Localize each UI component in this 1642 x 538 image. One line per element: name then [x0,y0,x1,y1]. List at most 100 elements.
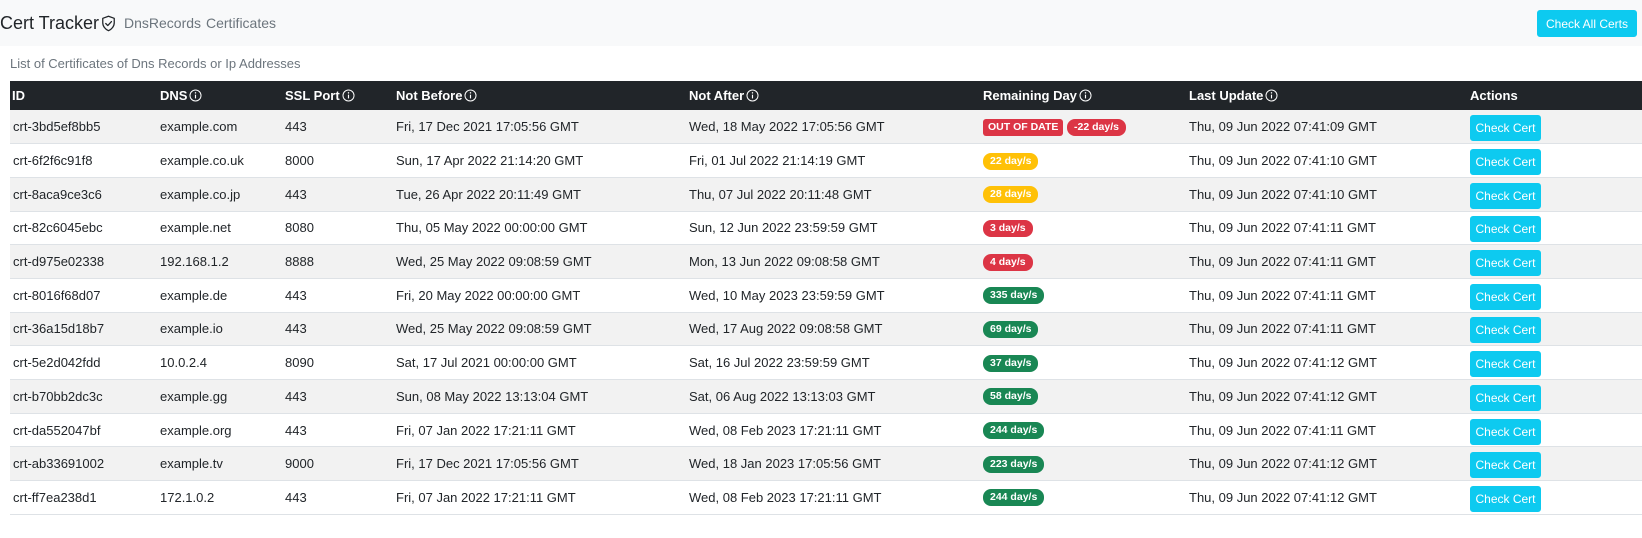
cell-ssl-port: 443 [285,186,307,202]
check-cert-button[interactable]: Check Cert [1470,250,1541,277]
cell-last-update: Thu, 09 Jun 2022 07:41:11 GMT [1189,220,1376,236]
cell-id: crt-3bd5ef8bb5 [13,119,101,135]
check-cert-button[interactable]: Check Cert [1470,149,1541,176]
check-cert-button[interactable]: Check Cert [1470,115,1541,142]
remaining-days-badge: 28 day/s [983,186,1039,204]
cell-not-after: Mon, 13 Jun 2022 09:08:58 GMT [689,254,880,270]
cell-ssl-port: 8888 [285,254,314,270]
nav-dnsrecords-link[interactable]: DnsRecords [124,15,201,31]
cell-not-before: Sat, 17 Jul 2021 00:00:00 GMT [396,355,577,371]
cell-last-update: Thu, 09 Jun 2022 07:41:10 GMT [1189,186,1377,202]
cell-id: crt-36a15d18b7 [13,321,105,337]
table-row: crt-3bd5ef8bb5 example.com 443 Fri, 17 D… [10,110,1642,144]
cell-last-update: Thu, 09 Jun 2022 07:41:12 GMT [1189,489,1377,505]
check-cert-button[interactable]: Check Cert [1470,216,1541,243]
cell-id: crt-ff7ea238d1 [13,489,97,505]
cell-remaining-day: 223 day/s [980,447,1186,481]
brand-title: Cert Tracker [0,13,100,33]
table-row: crt-d975e02338 192.168.1.2 8888 Wed, 25 … [10,244,1642,279]
cell-not-before: Fri, 07 Jan 2022 17:21:11 GMT [396,489,576,505]
cell-not-after: Sun, 12 Jun 2022 23:59:59 GMT [689,220,878,236]
cell-last-update: Thu, 09 Jun 2022 07:41:11 GMT [1189,321,1376,337]
cell-ssl-port: 8080 [285,220,314,236]
cell-last-update: Thu, 09 Jun 2022 07:41:12 GMT [1189,388,1377,404]
table-row: crt-36a15d18b7 example.io 443 Wed, 25 Ma… [10,312,1642,346]
cell-not-before: Sun, 17 Apr 2022 21:14:20 GMT [396,153,584,169]
cell-id: crt-5e2d042fdd [13,355,101,371]
header-remaining-day[interactable]: Remaining Day [980,81,1186,110]
cell-remaining-day: 244 day/s [980,481,1186,515]
cell-dns: example.com [160,119,238,135]
table-row: crt-6f2f6c91f8 example.co.uk 8000 Sun, 1… [10,144,1642,178]
check-all-certs-button[interactable]: Check All Certs [1537,10,1637,37]
cell-dns: example.gg [160,388,228,404]
header-not-after[interactable]: Not After [686,81,980,110]
cell-not-before: Wed, 25 May 2022 09:08:59 GMT [396,254,592,270]
check-cert-button[interactable]: Check Cert [1470,384,1541,411]
cell-not-after: Wed, 17 Aug 2022 09:08:58 GMT [689,321,883,337]
check-cert-button[interactable]: Check Cert [1470,452,1541,479]
table-row: crt-8aca9ce3c6 example.co.jp 443 Tue, 26… [10,177,1642,212]
remaining-days-badge: 69 day/s [983,320,1039,338]
cell-dns: example.co.jp [160,186,241,202]
header-actions: Actions [1470,88,1518,103]
nav-certificates-link[interactable]: Certificates [206,15,276,31]
header-last-update[interactable]: Last Update [1186,81,1467,110]
cell-not-after: Wed, 10 May 2023 23:59:59 GMT [689,287,885,303]
table-row: crt-b70bb2dc3c example.gg 443 Sun, 08 Ma… [10,379,1642,414]
cell-ssl-port: 443 [285,119,307,135]
cell-dns: example.net [160,220,231,236]
header-id[interactable]: ID [10,81,157,110]
remaining-days-badge: 244 day/s [983,422,1045,440]
cell-actions: Check Cert [1467,481,1642,515]
cell-id: crt-8016f68d07 [13,287,101,303]
info-icon [342,89,355,102]
cell-remaining-day: 28 day/s [980,177,1186,211]
check-cert-button[interactable]: Check Cert [1470,283,1541,310]
cell-dns: example.io [160,321,223,337]
check-cert-button[interactable]: Check Cert [1470,418,1541,445]
cell-actions: Check Cert [1467,245,1642,279]
info-icon [746,89,759,102]
cell-not-after: Wed, 18 Jan 2023 17:05:56 GMT [689,456,881,472]
cell-actions: Check Cert [1467,278,1642,312]
cell-dns: 172.1.0.2 [160,489,215,505]
cell-ssl-port: 8000 [285,153,314,169]
cell-not-before: Fri, 20 May 2022 00:00:00 GMT [396,287,581,303]
check-cert-button[interactable]: Check Cert [1470,317,1541,344]
check-cert-button[interactable]: Check Cert [1470,485,1541,512]
header-not-before[interactable]: Not Before [393,81,686,110]
header-dns[interactable]: DNS [157,81,282,110]
brand-link[interactable]: Cert Tracker [0,13,117,34]
table-row: crt-5e2d042fdd 10.0.2.4 8090 Sat, 17 Jul… [10,346,1642,380]
cell-not-before: Thu, 05 May 2022 00:00:00 GMT [396,220,588,236]
cell-not-before: Fri, 07 Jan 2022 17:21:11 GMT [396,422,576,438]
table-row: crt-ab33691002 example.tv 9000 Fri, 17 D… [10,446,1642,481]
cell-not-before: Tue, 26 Apr 2022 20:11:49 GMT [396,186,582,202]
cell-ssl-port: 9000 [285,456,314,472]
cell-ssl-port: 443 [285,489,307,505]
check-cert-button[interactable]: Check Cert [1470,182,1541,209]
cell-not-before: Wed, 25 May 2022 09:08:59 GMT [396,321,592,337]
cell-actions: Check Cert [1467,346,1642,380]
header-ssl-port[interactable]: SSL Port [282,81,393,110]
out-of-date-badge: OUT OF DATE [983,118,1064,136]
table-row: crt-8016f68d07 example.de 443 Fri, 20 Ma… [10,278,1642,313]
cell-ssl-port: 443 [285,422,307,438]
cell-last-update: Thu, 09 Jun 2022 07:41:11 GMT [1189,422,1376,438]
cell-actions: Check Cert [1467,413,1642,447]
cell-remaining-day: OUT OF DATE -22 day/s [980,110,1186,144]
check-cert-button[interactable]: Check Cert [1470,351,1541,378]
info-icon [464,89,477,102]
cell-dns: 10.0.2.4 [160,355,207,371]
remaining-days-badge: 4 day/s [983,253,1033,271]
cell-ssl-port: 443 [285,287,307,303]
cell-id: crt-6f2f6c91f8 [13,153,93,169]
cell-id: crt-da552047bf [13,422,101,438]
cell-last-update: Thu, 09 Jun 2022 07:41:12 GMT [1189,355,1377,371]
table-row: crt-ff7ea238d1 172.1.0.2 443 Fri, 07 Jan… [10,481,1642,515]
cell-not-after: Wed, 08 Feb 2023 17:21:11 GMT [689,422,882,438]
cell-ssl-port: 443 [285,321,307,337]
remaining-days-badge: 244 day/s [983,489,1045,507]
remaining-days-badge: 37 day/s [983,354,1039,372]
